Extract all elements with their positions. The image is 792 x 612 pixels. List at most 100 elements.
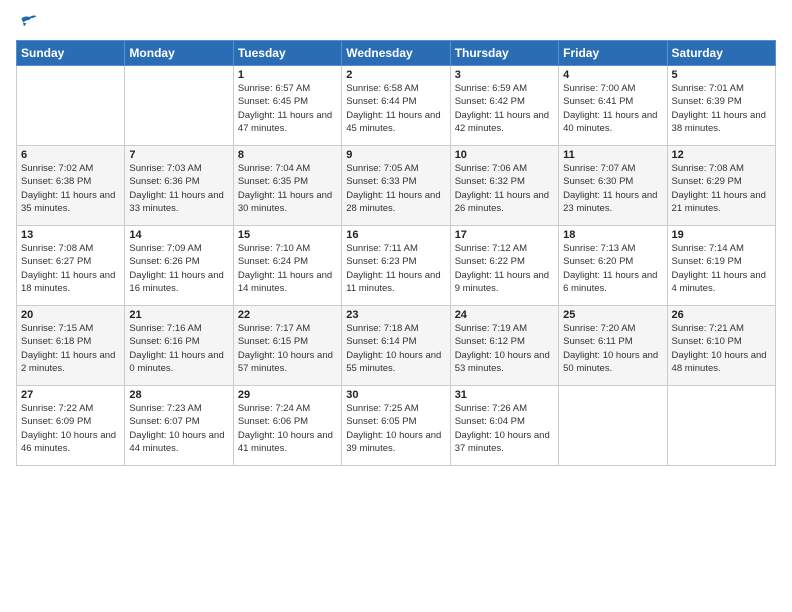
cell-line: Sunset: 6:42 PM (455, 95, 554, 108)
cell-line: Sunrise: 6:59 AM (455, 82, 554, 95)
calendar-cell: 31Sunrise: 7:26 AMSunset: 6:04 PMDayligh… (450, 386, 558, 466)
calendar-cell: 28Sunrise: 7:23 AMSunset: 6:07 PMDayligh… (125, 386, 233, 466)
cell-line: Daylight: 11 hours and 38 minutes. (672, 109, 771, 136)
calendar-cell: 16Sunrise: 7:11 AMSunset: 6:23 PMDayligh… (342, 226, 450, 306)
calendar-cell: 5Sunrise: 7:01 AMSunset: 6:39 PMDaylight… (667, 66, 775, 146)
cell-line: Sunset: 6:38 PM (21, 175, 120, 188)
calendar-day-header: Thursday (450, 41, 558, 66)
cell-line: Sunset: 6:32 PM (455, 175, 554, 188)
cell-content: Sunrise: 7:08 AMSunset: 6:27 PMDaylight:… (21, 242, 120, 295)
cell-line: Daylight: 11 hours and 40 minutes. (563, 109, 662, 136)
cell-line: Sunrise: 7:08 AM (21, 242, 120, 255)
day-number: 11 (563, 149, 662, 161)
day-number: 13 (21, 229, 120, 241)
cell-line: Sunrise: 6:58 AM (346, 82, 445, 95)
cell-content: Sunrise: 7:14 AMSunset: 6:19 PMDaylight:… (672, 242, 771, 295)
cell-line: Daylight: 11 hours and 0 minutes. (129, 349, 228, 376)
cell-line: Sunrise: 7:05 AM (346, 162, 445, 175)
cell-line: Sunrise: 7:25 AM (346, 402, 445, 415)
cell-line: Sunset: 6:39 PM (672, 95, 771, 108)
cell-line: Sunset: 6:11 PM (563, 335, 662, 348)
cell-line: Daylight: 11 hours and 33 minutes. (129, 189, 228, 216)
cell-line: Sunset: 6:44 PM (346, 95, 445, 108)
cell-line: Daylight: 11 hours and 30 minutes. (238, 189, 337, 216)
cell-content: Sunrise: 7:18 AMSunset: 6:14 PMDaylight:… (346, 322, 445, 375)
cell-line: Daylight: 10 hours and 57 minutes. (238, 349, 337, 376)
cell-line: Sunset: 6:19 PM (672, 255, 771, 268)
calendar-day-header: Wednesday (342, 41, 450, 66)
cell-line: Daylight: 11 hours and 11 minutes. (346, 269, 445, 296)
calendar-cell: 17Sunrise: 7:12 AMSunset: 6:22 PMDayligh… (450, 226, 558, 306)
cell-line: Daylight: 10 hours and 53 minutes. (455, 349, 554, 376)
cell-line: Daylight: 10 hours and 50 minutes. (563, 349, 662, 376)
header (16, 12, 776, 32)
cell-line: Sunrise: 7:13 AM (563, 242, 662, 255)
day-number: 23 (346, 309, 445, 321)
day-number: 18 (563, 229, 662, 241)
day-number: 31 (455, 389, 554, 401)
cell-line: Sunset: 6:15 PM (238, 335, 337, 348)
cell-line: Sunrise: 7:08 AM (672, 162, 771, 175)
calendar-table: SundayMondayTuesdayWednesdayThursdayFrid… (16, 40, 776, 466)
cell-content: Sunrise: 7:21 AMSunset: 6:10 PMDaylight:… (672, 322, 771, 375)
cell-content: Sunrise: 7:17 AMSunset: 6:15 PMDaylight:… (238, 322, 337, 375)
day-number: 3 (455, 69, 554, 81)
cell-line: Daylight: 11 hours and 14 minutes. (238, 269, 337, 296)
day-number: 30 (346, 389, 445, 401)
cell-line: Daylight: 11 hours and 16 minutes. (129, 269, 228, 296)
cell-line: Daylight: 10 hours and 44 minutes. (129, 429, 228, 456)
day-number: 26 (672, 309, 771, 321)
calendar-day-header: Sunday (17, 41, 125, 66)
cell-line: Daylight: 11 hours and 23 minutes. (563, 189, 662, 216)
cell-line: Sunrise: 7:15 AM (21, 322, 120, 335)
cell-line: Sunrise: 7:10 AM (238, 242, 337, 255)
cell-line: Daylight: 10 hours and 48 minutes. (672, 349, 771, 376)
day-number: 12 (672, 149, 771, 161)
cell-line: Sunset: 6:33 PM (346, 175, 445, 188)
cell-line: Sunset: 6:27 PM (21, 255, 120, 268)
cell-content: Sunrise: 6:57 AMSunset: 6:45 PMDaylight:… (238, 82, 337, 135)
cell-content: Sunrise: 7:04 AMSunset: 6:35 PMDaylight:… (238, 162, 337, 215)
cell-content: Sunrise: 7:26 AMSunset: 6:04 PMDaylight:… (455, 402, 554, 455)
logo-bird-icon (18, 12, 38, 32)
day-number: 8 (238, 149, 337, 161)
calendar-week-row: 27Sunrise: 7:22 AMSunset: 6:09 PMDayligh… (17, 386, 776, 466)
calendar-cell: 9Sunrise: 7:05 AMSunset: 6:33 PMDaylight… (342, 146, 450, 226)
day-number: 16 (346, 229, 445, 241)
cell-line: Daylight: 11 hours and 21 minutes. (672, 189, 771, 216)
cell-content: Sunrise: 7:13 AMSunset: 6:20 PMDaylight:… (563, 242, 662, 295)
cell-line: Sunrise: 7:19 AM (455, 322, 554, 335)
cell-line: Sunset: 6:07 PM (129, 415, 228, 428)
day-number: 10 (455, 149, 554, 161)
calendar-cell: 3Sunrise: 6:59 AMSunset: 6:42 PMDaylight… (450, 66, 558, 146)
calendar-cell (125, 66, 233, 146)
cell-line: Sunrise: 7:00 AM (563, 82, 662, 95)
cell-content: Sunrise: 7:03 AMSunset: 6:36 PMDaylight:… (129, 162, 228, 215)
day-number: 20 (21, 309, 120, 321)
cell-line: Sunset: 6:16 PM (129, 335, 228, 348)
cell-line: Daylight: 11 hours and 42 minutes. (455, 109, 554, 136)
cell-line: Sunrise: 7:11 AM (346, 242, 445, 255)
cell-content: Sunrise: 7:25 AMSunset: 6:05 PMDaylight:… (346, 402, 445, 455)
cell-line: Sunset: 6:04 PM (455, 415, 554, 428)
cell-line: Sunset: 6:10 PM (672, 335, 771, 348)
cell-line: Daylight: 11 hours and 4 minutes. (672, 269, 771, 296)
calendar-cell: 23Sunrise: 7:18 AMSunset: 6:14 PMDayligh… (342, 306, 450, 386)
cell-line: Sunrise: 7:04 AM (238, 162, 337, 175)
calendar-cell: 2Sunrise: 6:58 AMSunset: 6:44 PMDaylight… (342, 66, 450, 146)
cell-content: Sunrise: 7:19 AMSunset: 6:12 PMDaylight:… (455, 322, 554, 375)
calendar-cell: 8Sunrise: 7:04 AMSunset: 6:35 PMDaylight… (233, 146, 341, 226)
cell-line: Sunset: 6:29 PM (672, 175, 771, 188)
cell-line: Sunset: 6:26 PM (129, 255, 228, 268)
cell-line: Sunrise: 7:07 AM (563, 162, 662, 175)
cell-content: Sunrise: 7:01 AMSunset: 6:39 PMDaylight:… (672, 82, 771, 135)
cell-line: Daylight: 11 hours and 28 minutes. (346, 189, 445, 216)
cell-line: Sunrise: 7:17 AM (238, 322, 337, 335)
page: SundayMondayTuesdayWednesdayThursdayFrid… (0, 0, 792, 474)
calendar-cell: 4Sunrise: 7:00 AMSunset: 6:41 PMDaylight… (559, 66, 667, 146)
calendar-day-header: Monday (125, 41, 233, 66)
day-number: 28 (129, 389, 228, 401)
calendar-cell: 21Sunrise: 7:16 AMSunset: 6:16 PMDayligh… (125, 306, 233, 386)
calendar-cell: 12Sunrise: 7:08 AMSunset: 6:29 PMDayligh… (667, 146, 775, 226)
day-number: 7 (129, 149, 228, 161)
